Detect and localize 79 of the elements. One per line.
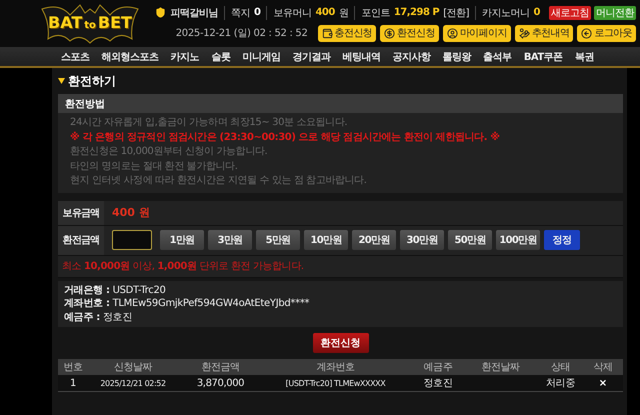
notice-text: 현지 인터넷 사정에 따라 환전시간은 지연될 수 있는 점 참고바랍니다. <box>70 174 368 188</box>
header-button[interactable]: 추천내역 <box>514 24 574 42</box>
table-cell-text: 정호진 <box>422 377 454 390</box>
page-title: 환전하기 <box>68 72 116 90</box>
nav-item[interactable]: 출석부 <box>483 50 512 64</box>
nav-item[interactable]: 롤링왕 <box>442 50 472 64</box>
dollar-coin-icon <box>384 28 396 38</box>
table-cell-text: 2025/12/21 02:52 <box>99 378 167 388</box>
stat-label: 쪽지 <box>230 6 250 20</box>
arrow-left-icon <box>581 28 592 38</box>
amount-button[interactable]: 20만원 <box>352 230 396 250</box>
column-header: 환전금액 <box>200 361 241 374</box>
datetime: 2025-12-21 (일) 02 : 52 : 52 <box>176 27 308 40</box>
warning-text: ※ 각 은행의 정규적인 점검시간은 (23:30~00:30) 으로 해당 점검시간에는 환전이 제한됩니다. ※ <box>70 130 501 144</box>
hand-coins-icon <box>518 28 530 38</box>
amount-button[interactable]: 100만원 <box>496 230 540 250</box>
nav-item[interactable]: 슬롯 <box>211 50 230 64</box>
stat-label: 보유머니 <box>273 6 312 20</box>
wallet-icon <box>322 28 333 38</box>
table-cell-text: 1 <box>69 378 77 388</box>
badge-button[interactable]: 새로고침 <box>549 6 591 20</box>
nav-item[interactable]: 카지노 <box>170 50 200 64</box>
nav-item[interactable]: BAT쿠폰 <box>524 50 563 64</box>
amount-field[interactable] <box>112 230 152 250</box>
header-button[interactable]: 환전신청 <box>380 24 439 42</box>
header-button[interactable]: 충전신청 <box>318 24 376 42</box>
triangle-icon <box>58 78 65 84</box>
stat-label: 포인트 <box>361 6 390 20</box>
nav-item[interactable]: 해외형스포츠 <box>102 50 159 64</box>
column-header: 계좌번호 <box>315 361 356 374</box>
header-button[interactable]: 로그아웃 <box>577 24 636 42</box>
user-icon <box>446 28 458 38</box>
column-header: 번호 <box>62 361 84 374</box>
amount-button[interactable]: 1만원 <box>160 230 204 250</box>
stat-value: 0 <box>534 7 540 18</box>
table-cell-text: 3,870,000 <box>196 378 246 388</box>
field-label: 환전금액 <box>58 226 104 254</box>
amount-button[interactable]: 50만원 <box>448 230 492 250</box>
account-line: 거래은행 : USDT-Trc20 <box>64 284 167 297</box>
logo-text: BATto BET <box>48 13 132 32</box>
badge-button[interactable]: 머니전환 <box>594 6 636 20</box>
nav-item[interactable]: 공지사항 <box>392 50 431 64</box>
column-header: 삭제 <box>592 361 614 374</box>
amount-button[interactable]: 3만원 <box>208 230 252 250</box>
reset-button[interactable]: 정정 <box>544 230 580 250</box>
stat-value: 0 <box>254 7 260 18</box>
shield-icon <box>155 7 166 18</box>
amount-button[interactable]: 30만원 <box>400 230 444 250</box>
table-cell-text: [USDT-Trc20] TLMEwXXXXX <box>284 378 386 388</box>
nav-item[interactable]: 스포츠 <box>61 50 90 64</box>
amount-button[interactable]: 5만원 <box>256 230 300 250</box>
username: 피떡갈비님 <box>170 6 218 20</box>
table-cell-text: 처리중 <box>545 377 576 390</box>
stat-unit: [전환] <box>443 6 470 20</box>
stat-value: 400 <box>315 7 335 18</box>
account-line: 계좌번호 : TLMEw59GmjkPef594GW4oAtEteYJbd**** <box>64 297 310 310</box>
stat-unit: 원 <box>338 6 348 20</box>
stat-value: 17,298 P <box>394 7 440 18</box>
stat-label: 카지노머니 <box>482 6 530 20</box>
header-button[interactable]: 마이페이지 <box>442 24 511 42</box>
nav-item[interactable]: 베팅내역 <box>342 50 380 64</box>
column-header: 환전날짜 <box>480 361 521 374</box>
balance-value: 400 원 <box>112 205 150 220</box>
nav-item[interactable]: 경기결과 <box>292 50 330 64</box>
submit-button[interactable]: 환전신청 <box>312 333 368 353</box>
account-line: 예금주 : 정호진 <box>64 310 133 324</box>
minimum-note: 최소 10,000원 이상, 1,000원 단위로 환전 가능합니다. <box>58 256 623 278</box>
delete-button[interactable]: × <box>598 378 608 388</box>
amount-button[interactable]: 10만원 <box>304 230 348 250</box>
panel-title: 환전방법 <box>58 94 623 113</box>
nav-item[interactable]: 미니게임 <box>242 50 280 64</box>
notice-text: 환전신청은 10,000원부터 신청이 가능합니다. <box>70 145 268 159</box>
notice-text: 타인의 명의로는 절대 환전 불가합니다. <box>70 160 238 174</box>
field-label: 보유금액 <box>58 200 104 224</box>
column-header: 예금주 <box>422 361 454 374</box>
notice-text: 24시간 자유롭게 입,출금이 가능하며 최장15~ 30분 소요됩니다. <box>70 116 348 130</box>
column-header: 신청날짜 <box>112 361 154 374</box>
nav-item[interactable]: 복권 <box>574 50 594 64</box>
column-header: 상태 <box>550 361 572 374</box>
